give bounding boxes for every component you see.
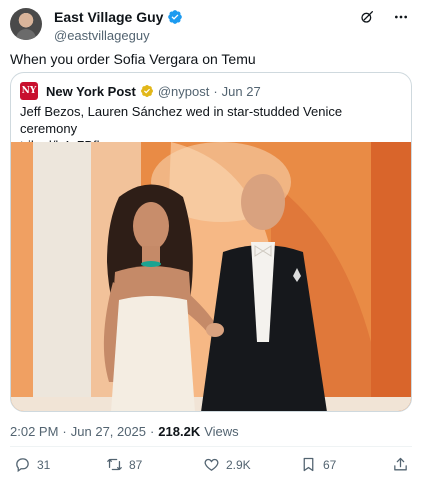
post-date[interactable]: Jun 27, 2025 [71, 424, 146, 439]
avatar[interactable] [10, 8, 42, 40]
views-label: Views [204, 424, 239, 439]
more-icon[interactable] [392, 8, 410, 26]
bookmark-icon [303, 457, 314, 472]
quoted-post-header: NY New York Post @nypost · Jun 27 [20, 82, 261, 100]
like-button[interactable]: 2.9K [203, 456, 251, 473]
nypost-logo-icon: NY [20, 82, 38, 100]
views-count[interactable]: 218.2K [158, 424, 200, 439]
quoted-photo[interactable] [11, 142, 411, 411]
grok-icon[interactable] [358, 8, 376, 26]
quoted-author-name[interactable]: New York Post [46, 84, 136, 99]
share-button[interactable] [392, 456, 409, 473]
share-icon [394, 457, 407, 471]
repost-count: 87 [129, 457, 143, 472]
author-display-name[interactable]: East Village Guy [54, 9, 163, 25]
heart-icon [204, 458, 219, 471]
reply-button[interactable]: 31 [14, 456, 50, 473]
post-meta: 2:02 PM · Jun 27, 2025 · 218.2K Views [10, 424, 239, 439]
action-bar: 31 87 2.9K 67 [10, 456, 412, 476]
bookmark-button[interactable]: 67 [300, 456, 336, 473]
divider [10, 446, 412, 447]
meta-separator-2: · [149, 424, 155, 439]
gold-verified-badge-icon [140, 85, 153, 97]
meta-separator-1: · [62, 424, 67, 439]
verified-badge-icon [168, 10, 183, 24]
quoted-post[interactable]: NY New York Post @nypost · Jun 27 Jeff B… [10, 72, 412, 412]
like-count: 2.9K [226, 457, 251, 472]
post-header: East Village Guy @eastvillageguy [8, 8, 414, 43]
header-actions [358, 8, 410, 26]
repost-button[interactable]: 87 [106, 456, 142, 473]
post-time[interactable]: 2:02 PM [10, 424, 58, 439]
author-name-line: East Village Guy [54, 9, 183, 25]
post-text: When you order Sofia Vergara on Temu [10, 51, 256, 67]
photo-illustration [11, 142, 411, 411]
quoted-separator: · [213, 83, 218, 99]
reply-icon [16, 458, 29, 473]
quoted-date[interactable]: Jun 27 [222, 84, 261, 99]
repost-icon [107, 458, 122, 471]
author-handle[interactable]: @eastvillageguy [54, 28, 150, 43]
quoted-headline: Jeff Bezos, Lauren Sánchez wed in star-s… [20, 104, 343, 136]
bookmark-count: 67 [323, 457, 337, 472]
reply-count: 31 [37, 457, 51, 472]
quoted-author-handle[interactable]: @nypost [158, 84, 210, 99]
